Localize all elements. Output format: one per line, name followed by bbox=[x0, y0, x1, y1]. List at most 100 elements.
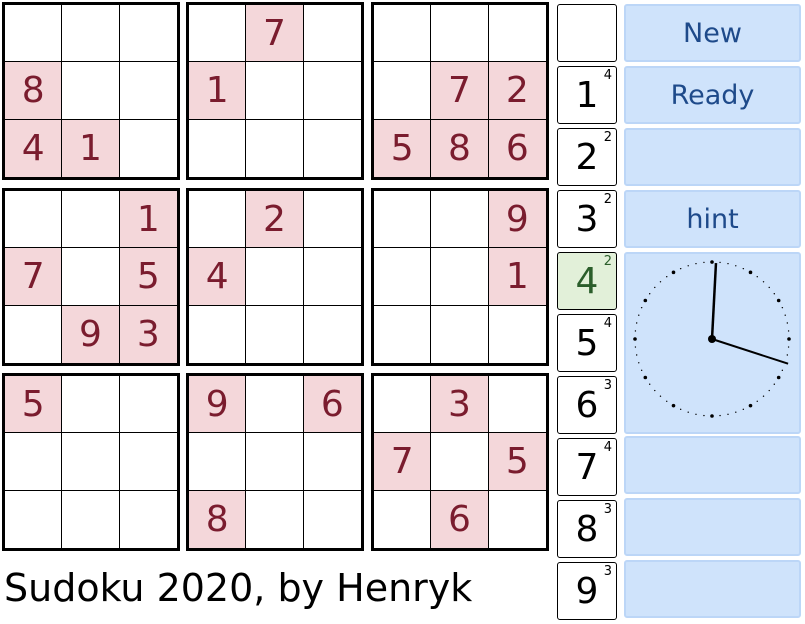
sudoku-cell[interactable] bbox=[304, 120, 361, 177]
sudoku-cell[interactable] bbox=[62, 433, 120, 491]
sudoku-cell[interactable]: 7 bbox=[5, 248, 63, 306]
sudoku-cell[interactable] bbox=[304, 491, 361, 548]
remaining-count: 3 bbox=[603, 564, 612, 579]
sudoku-cell[interactable] bbox=[189, 5, 247, 63]
sudoku-cell[interactable]: 7 bbox=[374, 433, 432, 491]
sudoku-cell[interactable]: 3 bbox=[119, 305, 177, 363]
sudoku-cell[interactable] bbox=[246, 490, 304, 548]
sudoku-cell[interactable] bbox=[431, 433, 489, 491]
sudoku-cell[interactable] bbox=[119, 376, 177, 434]
number-button[interactable] bbox=[557, 4, 617, 62]
sudoku-cell[interactable] bbox=[431, 5, 489, 63]
sudoku-cell[interactable]: 3 bbox=[431, 376, 489, 434]
sudoku-cell[interactable] bbox=[304, 306, 361, 363]
sudoku-cell[interactable]: 6 bbox=[488, 119, 546, 177]
sudoku-cell[interactable] bbox=[303, 5, 361, 63]
sudoku-cell[interactable]: 7 bbox=[246, 5, 304, 63]
sudoku-cell[interactable]: 8 bbox=[189, 490, 247, 548]
sudoku-cell[interactable] bbox=[246, 248, 304, 306]
sudoku-cell[interactable]: 4 bbox=[5, 119, 63, 177]
sudoku-cell[interactable] bbox=[303, 191, 361, 249]
sudoku-cell[interactable] bbox=[303, 433, 361, 491]
sudoku-cell[interactable] bbox=[189, 305, 247, 363]
sudoku-cell[interactable] bbox=[374, 5, 432, 63]
sudoku-cell[interactable] bbox=[374, 62, 432, 120]
sudoku-cell[interactable] bbox=[189, 119, 247, 177]
number-button[interactable]: 83 bbox=[557, 500, 617, 558]
sudoku-cell[interactable] bbox=[431, 248, 489, 306]
sudoku-cell[interactable]: 6 bbox=[303, 376, 361, 434]
sudoku-cell[interactable] bbox=[62, 376, 120, 434]
sudoku-cell[interactable]: 8 bbox=[431, 119, 489, 177]
sudoku-cell[interactable]: 2 bbox=[246, 191, 304, 249]
sudoku-cell[interactable] bbox=[62, 62, 120, 120]
sudoku-cell[interactable]: 9 bbox=[488, 191, 546, 249]
sudoku-cell[interactable] bbox=[489, 491, 546, 548]
sudoku-cell[interactable]: 5 bbox=[488, 433, 546, 491]
sudoku-cell[interactable] bbox=[120, 120, 177, 177]
sudoku-cell[interactable]: 1 bbox=[488, 248, 546, 306]
sudoku-cell[interactable] bbox=[488, 376, 546, 434]
sudoku-cell[interactable] bbox=[246, 433, 304, 491]
ready-button[interactable]: Ready bbox=[624, 66, 801, 124]
sudoku-cell[interactable] bbox=[189, 433, 247, 491]
number-button[interactable]: 74 bbox=[557, 438, 617, 496]
number-button[interactable]: 54 bbox=[557, 314, 617, 372]
sudoku-cell[interactable]: 4 bbox=[189, 248, 247, 306]
sudoku-cell[interactable] bbox=[120, 491, 177, 548]
number-button[interactable]: 93 bbox=[557, 562, 617, 620]
sudoku-cell[interactable] bbox=[303, 62, 361, 120]
sudoku-cell[interactable] bbox=[5, 191, 63, 249]
sudoku-cell[interactable]: 1 bbox=[119, 191, 177, 249]
sudoku-cell[interactable] bbox=[374, 376, 432, 434]
blank-button-9[interactable] bbox=[624, 560, 801, 618]
sudoku-cell[interactable]: 6 bbox=[431, 490, 489, 548]
sudoku-cell[interactable]: 1 bbox=[189, 62, 247, 120]
sudoku-cell[interactable]: 9 bbox=[189, 376, 247, 434]
sudoku-cell[interactable] bbox=[431, 305, 489, 363]
sudoku-cell[interactable] bbox=[374, 305, 432, 363]
sudoku-cell[interactable]: 9 bbox=[62, 305, 120, 363]
sudoku-cell[interactable] bbox=[119, 5, 177, 63]
sudoku-cell[interactable] bbox=[62, 191, 120, 249]
sudoku-cell[interactable]: 7 bbox=[431, 62, 489, 120]
sudoku-cell[interactable] bbox=[62, 5, 120, 63]
blank-button[interactable] bbox=[624, 128, 801, 186]
sudoku-cell[interactable]: 1 bbox=[62, 119, 120, 177]
sudoku-cell[interactable] bbox=[489, 306, 546, 363]
hint-button[interactable]: hint bbox=[624, 190, 801, 248]
new-button[interactable]: New bbox=[624, 4, 801, 62]
sudoku-cell[interactable]: 5 bbox=[119, 248, 177, 306]
sudoku-cell[interactable] bbox=[246, 119, 304, 177]
sudoku-cell[interactable] bbox=[5, 490, 63, 548]
sudoku-cell[interactable] bbox=[246, 376, 304, 434]
sudoku-cell[interactable] bbox=[374, 191, 432, 249]
sudoku-cell[interactable]: 8 bbox=[5, 62, 63, 120]
sudoku-cell[interactable] bbox=[119, 433, 177, 491]
sudoku-cell[interactable] bbox=[374, 248, 432, 306]
number-button[interactable]: 63 bbox=[557, 376, 617, 434]
sudoku-cell[interactable] bbox=[62, 490, 120, 548]
blank-button-8[interactable] bbox=[624, 498, 801, 556]
sudoku-cell[interactable]: 5 bbox=[5, 376, 63, 434]
clock-tick bbox=[634, 346, 637, 348]
sudoku-cell[interactable] bbox=[119, 62, 177, 120]
number-button[interactable]: 22 bbox=[557, 128, 617, 186]
sudoku-cell[interactable] bbox=[5, 5, 63, 63]
sudoku-cell[interactable] bbox=[5, 305, 63, 363]
blank-button-7[interactable] bbox=[624, 436, 801, 494]
number-button[interactable]: 42 bbox=[557, 252, 617, 310]
sudoku-cell[interactable] bbox=[246, 62, 304, 120]
sudoku-cell[interactable] bbox=[303, 248, 361, 306]
sudoku-cell[interactable] bbox=[374, 490, 432, 548]
sudoku-cell[interactable] bbox=[62, 248, 120, 306]
sudoku-cell[interactable] bbox=[5, 433, 63, 491]
number-button[interactable]: 32 bbox=[557, 190, 617, 248]
sudoku-cell[interactable] bbox=[246, 305, 304, 363]
sudoku-cell[interactable] bbox=[189, 191, 247, 249]
sudoku-cell[interactable] bbox=[488, 5, 546, 63]
number-button[interactable]: 14 bbox=[557, 66, 617, 124]
sudoku-cell[interactable]: 5 bbox=[374, 119, 432, 177]
sudoku-cell[interactable]: 2 bbox=[488, 62, 546, 120]
sudoku-cell[interactable] bbox=[431, 191, 489, 249]
